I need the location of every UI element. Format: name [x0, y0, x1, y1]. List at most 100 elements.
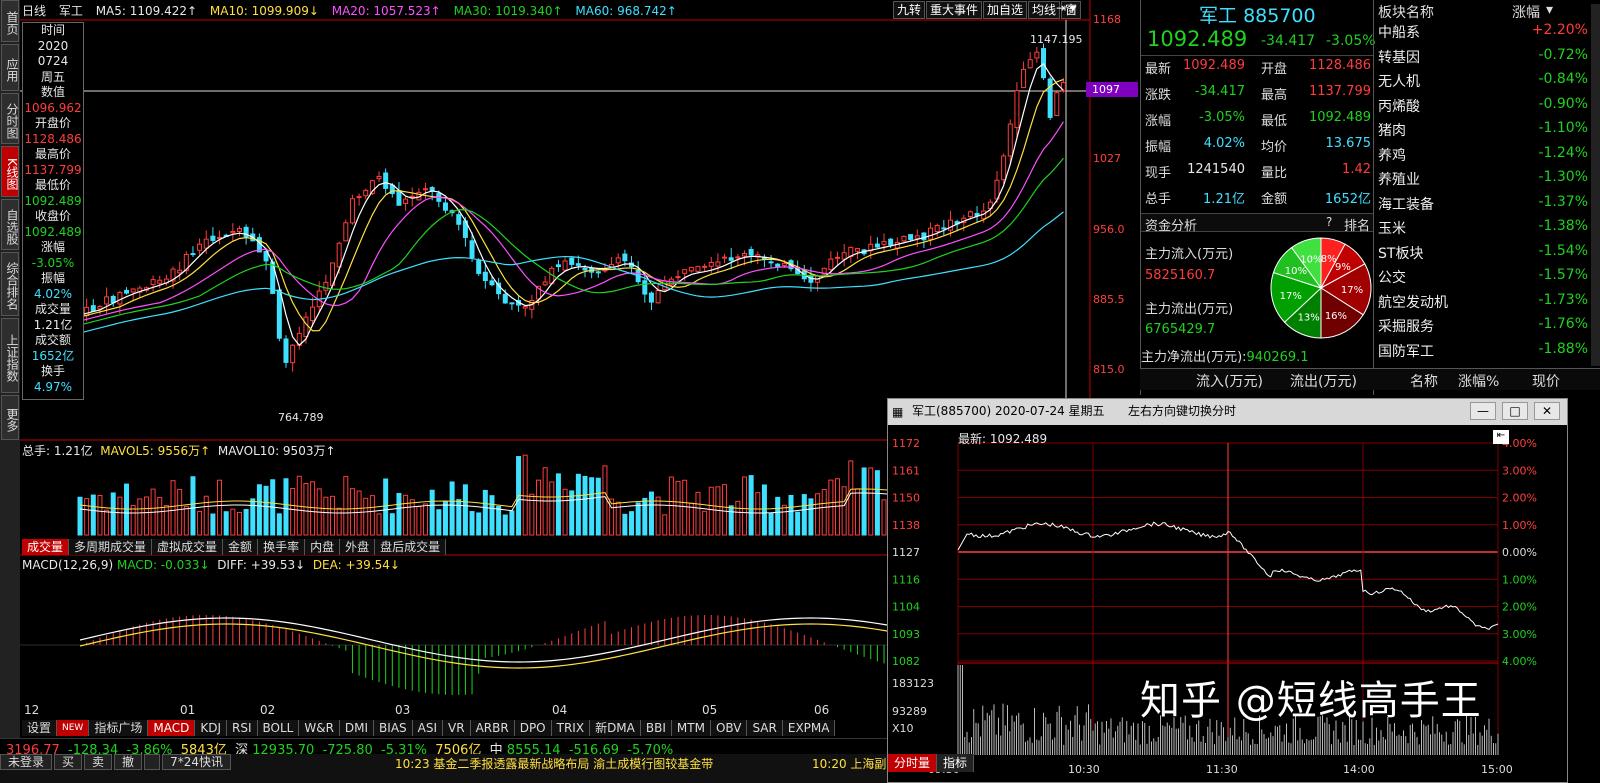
volume-tab-2[interactable]: 虚拟成交量: [152, 539, 224, 555]
left-tab-2[interactable]: 分时图: [1, 93, 19, 144]
quote-row: 现手 1241540 量比 1.42: [1145, 162, 1371, 186]
sector-col-name[interactable]: 板块名称: [1378, 2, 1434, 22]
intraday-svg[interactable]: 1172 4.00% 1161 3.00% 1150 2.00% 1138 1.00% 1127…: [888, 425, 1567, 782]
bottom-button-0[interactable]: 未登录: [0, 754, 53, 770]
sector-row[interactable]: 海工装备 -1.37%: [1378, 194, 1588, 219]
skip-icon[interactable]: ⇤: [1493, 430, 1509, 444]
sector-row[interactable]: 养殖业 -1.30%: [1378, 169, 1588, 194]
volume-bar: [795, 511, 801, 536]
dropdown-icon[interactable]: ▾: [1070, 1, 1076, 15]
indicator-tab-20[interactable]: EXPMA: [782, 720, 836, 736]
volume-bar: [389, 513, 395, 536]
sector-row[interactable]: 中船系 +2.20%: [1378, 22, 1588, 47]
sector-pct: -1.88%: [1538, 340, 1588, 357]
indicator-tab-15[interactable]: 新DMA: [590, 720, 641, 736]
indicator-tab-17[interactable]: MTM: [671, 720, 711, 736]
popup-tab-0[interactable]: 分时量: [888, 754, 938, 772]
news-ticker[interactable]: 10:23 基金二季报透露最新战略布局 渝土成模行图较基金带: [395, 755, 713, 772]
sector-row[interactable]: 采掘服务 -1.76%: [1378, 316, 1588, 341]
bottom-button-1[interactable]: 买: [54, 754, 83, 770]
sector-row[interactable]: 丙烯酸 -0.90%: [1378, 96, 1588, 121]
bottom-button-3[interactable]: 撤: [114, 754, 143, 770]
volume-bar: [575, 473, 581, 536]
indicator-tab-7[interactable]: W&R: [299, 720, 340, 736]
nav-arrows[interactable]: ⇥ ▾: [1056, 1, 1090, 19]
ma30-label: MA30: 1019.340↑: [453, 4, 563, 18]
top-button-2[interactable]: 加自选: [983, 1, 1028, 19]
indicator-tab-5[interactable]: RSI: [227, 720, 258, 736]
sort-icon[interactable]: ▾: [1546, 2, 1553, 18]
indicator-tab-12[interactable]: ARBR: [470, 720, 515, 736]
left-tab-1[interactable]: 应用: [1, 44, 19, 91]
sector-row[interactable]: 航空发动机 -1.73%: [1378, 292, 1588, 317]
flow-col[interactable]: 名称: [1410, 371, 1438, 391]
sector-row[interactable]: 国防军工 -1.88%: [1378, 341, 1588, 366]
sector-row[interactable]: 养鸡 -1.24%: [1378, 145, 1588, 170]
popup-tab-1[interactable]: 指标: [937, 754, 975, 772]
top-button-0[interactable]: 九转: [893, 1, 926, 19]
flow-col[interactable]: 流出(万元): [1290, 371, 1357, 391]
bottom-button-4[interactable]: [144, 754, 161, 770]
news-ticker-2[interactable]: 10:20 上海副: [812, 755, 886, 772]
left-tab-7[interactable]: 更多: [1, 395, 19, 440]
bottom-button-2[interactable]: 卖: [84, 754, 113, 770]
indicator-tab-6[interactable]: BOLL: [257, 720, 300, 736]
indicator-tab-16[interactable]: BBI: [640, 720, 672, 736]
volume-tab-7[interactable]: 盘后成交量: [375, 539, 447, 555]
volume-tab-6[interactable]: 外盘: [340, 539, 376, 555]
close-icon[interactable]: ✕: [1534, 402, 1560, 420]
kline-candle: [276, 289, 282, 339]
sector-scrollbar[interactable]: [1591, 4, 1600, 366]
indicator-tab-9[interactable]: BIAS: [374, 720, 413, 736]
volume-tab-5[interactable]: 内盘: [305, 539, 341, 555]
indicator-tab-3[interactable]: MACD: [148, 720, 196, 736]
sector-row[interactable]: 公交 -1.57%: [1378, 267, 1588, 292]
indicator-tab-4[interactable]: KDJ: [195, 720, 227, 736]
flow-col[interactable]: 涨幅%: [1458, 371, 1499, 391]
volume-tab-0[interactable]: 成交量: [22, 539, 70, 555]
sector-name: 养鸡: [1378, 147, 1406, 164]
volume-bar: [662, 514, 668, 536]
flow-col[interactable]: 现价: [1532, 371, 1560, 391]
left-tab-0[interactable]: 首页: [1, 0, 19, 42]
sector-row[interactable]: ST板块 -1.54%: [1378, 243, 1588, 268]
indicator-tab-1[interactable]: NEW: [57, 720, 90, 736]
left-tab-5[interactable]: 综合排名: [1, 252, 19, 316]
indicator-tab-18[interactable]: OBV: [710, 720, 748, 736]
y-left-label: 1127: [892, 546, 920, 559]
indicator-tab-11[interactable]: VR: [443, 720, 471, 736]
volume-tab-3[interactable]: 金额: [223, 539, 259, 555]
fund-rank[interactable]: 排名: [1344, 215, 1370, 234]
sector-row[interactable]: 玉米 -1.38%: [1378, 218, 1588, 243]
flow-col[interactable]: 流入(万元): [1196, 371, 1263, 391]
fund-help[interactable]: ?: [1326, 215, 1332, 229]
sector-row[interactable]: 无人机 -0.84%: [1378, 71, 1588, 96]
indicator-tab-14[interactable]: TRIX: [551, 720, 591, 736]
indicator-tab-10[interactable]: ASI: [412, 720, 444, 736]
popup-title: 军工(885700) 2020-07-24 星期五: [912, 404, 1105, 418]
volume-bar: [423, 503, 429, 536]
indicator-tab-19[interactable]: SAR: [747, 720, 783, 736]
volume-tab-4[interactable]: 换手率: [258, 539, 306, 555]
indicator-tab-13[interactable]: DPO: [514, 720, 552, 736]
volume-tab-1[interactable]: 多周期成交量: [69, 539, 153, 555]
volume-bar: [609, 498, 615, 536]
top-button-1[interactable]: 重大事件: [926, 1, 983, 19]
bottom-button-5[interactable]: 7*24快讯: [162, 754, 231, 770]
maximize-icon[interactable]: □: [1502, 402, 1528, 420]
sector-row[interactable]: 转基因 -0.72%: [1378, 47, 1588, 72]
sector-row[interactable]: 猪肉 -1.10%: [1378, 120, 1588, 145]
left-tab-4[interactable]: 自选股: [1, 199, 19, 250]
indicator-tab-2[interactable]: 指标广场: [89, 720, 149, 736]
period-label[interactable]: 日线: [22, 4, 46, 18]
left-tab-3[interactable]: K线图: [1, 146, 19, 197]
minimize-icon[interactable]: —: [1470, 402, 1496, 420]
watermark: 知乎 @短线高手王: [1140, 678, 1482, 724]
left-tab-6[interactable]: 上证指数: [1, 318, 19, 393]
sector-col-pct[interactable]: 涨幅: [1512, 2, 1540, 22]
volume-bar: [183, 505, 189, 536]
play-icon[interactable]: ⇥: [1056, 1, 1066, 15]
indicator-tab-0[interactable]: 设置: [22, 720, 58, 736]
popup-titlebar[interactable]: ▦ 军工(885700) 2020-07-24 星期五 左右方向键切换分时 — …: [888, 399, 1567, 425]
indicator-tab-8[interactable]: DMI: [339, 720, 375, 736]
